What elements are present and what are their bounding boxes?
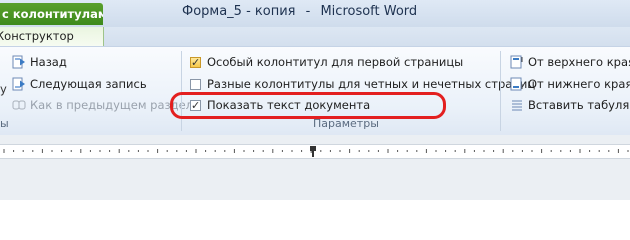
ribbon-tab-strip: Конструктор xyxy=(0,27,630,46)
header-from-top-label: От верхнего края д xyxy=(528,55,630,69)
footer-from-bottom-control[interactable]: От нижнего края д xyxy=(510,76,630,92)
header-from-top-control[interactable]: От верхнего края д xyxy=(510,54,630,70)
different-odd-even-checkbox[interactable]: Разные колонтитулы для четных и нечетных… xyxy=(190,76,535,92)
different-first-page-label: Особый колонтитул для первой страницы xyxy=(207,55,464,69)
footer-from-bottom-label: От нижнего края д xyxy=(528,77,630,91)
title-separator: - xyxy=(305,4,311,19)
group-separator xyxy=(500,51,501,131)
ribbon: у Назад Следующая запись Как в предыдуще… xyxy=(0,46,630,136)
back-button[interactable]: Назад xyxy=(12,54,67,70)
horizontal-ruler[interactable] xyxy=(0,144,630,159)
ruler-ticks xyxy=(3,146,629,157)
insert-alignment-tab-label: Вставить табуляцию xyxy=(528,98,630,112)
tab-design-label: Конструктор xyxy=(0,29,74,43)
annotation-highlight xyxy=(170,92,446,119)
previous-section-icon xyxy=(12,55,26,69)
checkbox-unchecked-icon xyxy=(190,79,201,90)
different-odd-even-label: Разные колонтитулы для четных и нечетных… xyxy=(207,77,536,91)
partial-label-left: у xyxy=(0,82,7,96)
tab-design[interactable]: Конструктор xyxy=(0,27,104,46)
different-first-page-checkbox[interactable]: Особый колонтитул для первой страницы xyxy=(190,54,464,71)
alignment-tab-icon xyxy=(510,98,524,112)
document-area xyxy=(0,135,630,200)
link-icon xyxy=(12,98,26,112)
context-tab-header-footer[interactable]: с колонтитулами xyxy=(0,3,103,25)
next-record-button[interactable]: Следующая запись xyxy=(12,76,147,92)
back-label: Назад xyxy=(30,55,67,69)
next-record-label: Следующая запись xyxy=(30,77,147,91)
insert-alignment-tab-button[interactable]: Вставить табуляцию xyxy=(510,97,630,113)
window-title: Форма_5 - копия - Microsoft Word xyxy=(182,4,417,19)
header-position-icon xyxy=(510,55,524,69)
document-name: Форма_5 - копия xyxy=(182,4,296,19)
app-name: Microsoft Word xyxy=(320,4,418,19)
title-bar: с колонтитулами Форма_5 - копия - Micros… xyxy=(0,0,630,27)
group-separator xyxy=(181,51,182,131)
checkbox-checked-icon xyxy=(190,55,201,71)
navigation-group-label: ы xyxy=(0,117,9,130)
footer-position-icon xyxy=(510,77,524,91)
next-section-icon xyxy=(12,77,26,91)
